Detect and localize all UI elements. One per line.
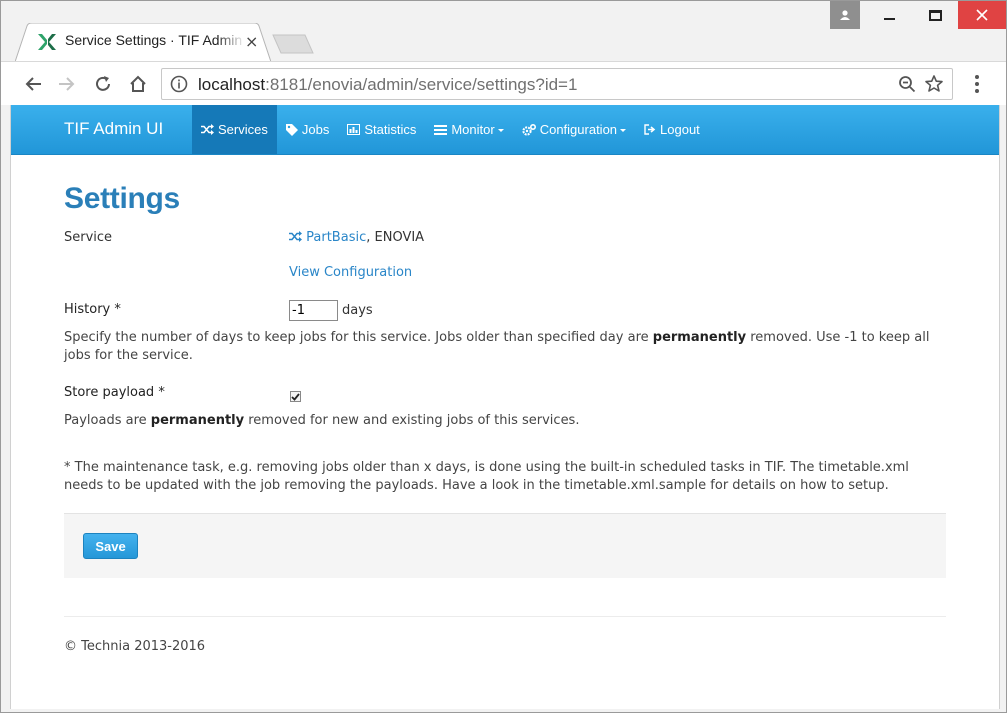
store-payload-checkbox[interactable] [290, 391, 301, 402]
history-help: Specify the number of days to keep jobs … [64, 330, 930, 363]
nav-configuration[interactable]: Configuration [513, 105, 635, 154]
tab-close-icon[interactable]: × [245, 33, 258, 51]
back-arrow-icon [25, 77, 41, 91]
browser-window: Service Settings · TIF Admin UI × localh… [0, 0, 1007, 713]
minimize-icon [883, 18, 895, 20]
nav-menu: Services Jobs Statistics Monitor Configu… [192, 105, 709, 154]
technia-favicon-icon [38, 34, 56, 50]
reload-icon [96, 76, 110, 91]
url-text[interactable]: localhost:8181/enovia/admin/service/sett… [198, 75, 577, 95]
save-button[interactable]: Save [83, 533, 138, 559]
info-icon[interactable] [170, 75, 188, 93]
forward-arrow-icon [59, 77, 75, 91]
reload-button[interactable] [89, 70, 117, 98]
form-actions: Save [64, 513, 946, 578]
home-icon [130, 75, 146, 92]
nav-services[interactable]: Services [192, 105, 277, 154]
shuffle-icon [289, 231, 302, 242]
tab-title: Service Settings · TIF Admin UI [65, 32, 245, 48]
caret-down-icon [620, 129, 627, 132]
maximize-icon [928, 9, 942, 21]
close-window-button[interactable] [958, 1, 1006, 29]
bookmark-star-icon[interactable] [924, 74, 944, 94]
page-title: Settings [64, 182, 180, 215]
checkmark-icon [291, 392, 300, 401]
shuffle-icon [201, 124, 214, 135]
browser-menu-icon[interactable] [965, 72, 989, 96]
nav-statistics[interactable]: Statistics [338, 105, 425, 154]
history-days-input[interactable] [289, 300, 338, 321]
app-navbar: TIF Admin UI Services Jobs Statistics Mo… [11, 105, 999, 155]
gears-icon [522, 123, 536, 136]
service-link[interactable]: PartBasic [289, 230, 366, 245]
service-label: Service [64, 230, 113, 245]
maintenance-note: * The maintenance task, e.g. removing jo… [64, 460, 909, 493]
view-configuration-link[interactable]: View Configuration [289, 265, 412, 280]
maximize-button[interactable] [912, 1, 958, 29]
history-label: History * [64, 302, 121, 317]
list-icon [434, 124, 448, 135]
nav-jobs[interactable]: Jobs [277, 105, 338, 154]
history-unit: days [342, 303, 373, 318]
address-bar[interactable]: localhost:8181/enovia/admin/service/sett… [161, 68, 953, 100]
minimize-button[interactable] [866, 1, 912, 29]
new-tab-button[interactable] [271, 33, 315, 55]
profile-icon[interactable] [830, 1, 860, 29]
payload-help: Payloads are permanently removed for new… [64, 413, 580, 428]
page-viewport: TIF Admin UI Services Jobs Statistics Mo… [10, 105, 1000, 709]
close-icon [976, 9, 988, 21]
brand[interactable]: TIF Admin UI [64, 119, 163, 139]
store-payload-label: Store payload * [64, 385, 165, 400]
browser-tab[interactable]: Service Settings · TIF Admin UI × [15, 23, 271, 63]
back-button[interactable] [19, 70, 47, 98]
forward-button[interactable] [53, 70, 81, 98]
home-button[interactable] [124, 70, 152, 98]
caret-down-icon [497, 129, 504, 132]
title-bar: Service Settings · TIF Admin UI × [1, 1, 1006, 63]
logout-icon [644, 124, 656, 135]
nav-monitor[interactable]: Monitor [425, 105, 512, 154]
window-controls [830, 1, 1006, 29]
zoom-out-icon[interactable] [898, 75, 916, 93]
bar-chart-icon [347, 124, 361, 135]
browser-toolbar: localhost:8181/enovia/admin/service/sett… [1, 61, 1006, 105]
nav-logout[interactable]: Logout [635, 105, 709, 154]
footer-copyright: © Technia 2013-2016 [64, 639, 206, 654]
footer-divider [64, 616, 946, 617]
service-value: PartBasic, ENOVIA [289, 230, 424, 245]
tag-icon [285, 123, 298, 136]
